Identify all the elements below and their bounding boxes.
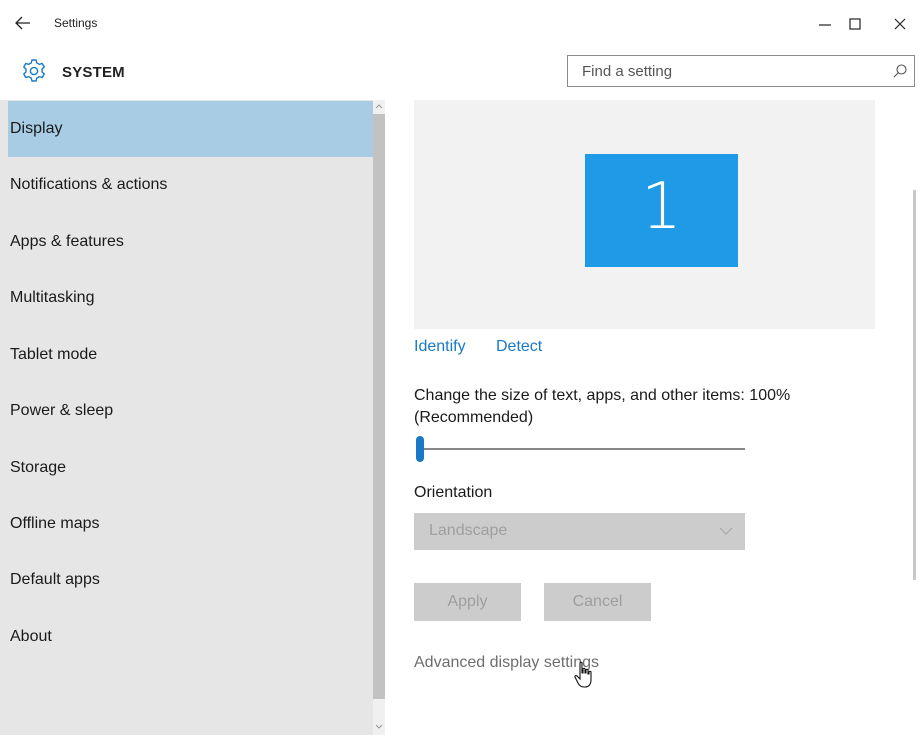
sidebar-item-apps-features[interactable]: Apps & features	[8, 214, 373, 270]
scale-label: Change the size of text, apps, and other…	[414, 387, 791, 426]
gear-icon	[22, 59, 46, 82]
content-scrollbar[interactable]	[913, 190, 916, 580]
scroll-down-icon[interactable]	[373, 721, 385, 733]
scale-slider-track[interactable]	[416, 448, 745, 450]
sidebar-item-default-apps[interactable]: Default apps	[8, 552, 373, 608]
minimize-icon	[819, 24, 831, 26]
section-title: SYSTEM	[62, 64, 125, 81]
sidebar-item-power-sleep[interactable]: Power & sleep	[8, 383, 373, 439]
sidebar-item-label: Display	[10, 120, 63, 137]
sidebar-item-notifications[interactable]: Notifications & actions	[8, 157, 373, 213]
sidebar-item-label: Power & sleep	[10, 402, 114, 419]
cancel-button[interactable]: Cancel	[544, 583, 651, 621]
hand-cursor-icon	[574, 661, 592, 688]
sidebar-item-multitasking[interactable]: Multitasking	[8, 270, 373, 326]
sidebar-item-label: Apps & features	[10, 233, 124, 250]
orientation-label: Orientation	[414, 484, 493, 501]
title-bar: Settings	[0, 0, 919, 48]
scale-slider-thumb[interactable]	[416, 436, 424, 462]
detect-link[interactable]: Detect	[496, 338, 542, 356]
identify-link[interactable]: Identify	[414, 338, 466, 356]
sidebar-item-offline-maps[interactable]: Offline maps	[8, 496, 373, 552]
sidebar-scroll-thumb[interactable]	[373, 114, 385, 699]
sidebar: Display Notifications & actions Apps & f…	[0, 100, 373, 735]
search-icon[interactable]	[892, 63, 908, 79]
sidebar-item-about[interactable]: About	[8, 609, 373, 665]
sidebar-item-display[interactable]: Display	[8, 101, 373, 157]
monitor-arrangement: 1	[414, 100, 875, 329]
apply-label: Apply	[447, 593, 488, 610]
sidebar-item-label: About	[10, 628, 52, 645]
monitor-tile[interactable]: 1	[585, 154, 738, 267]
window-title: Settings	[54, 16, 98, 30]
chevron-down-icon	[719, 527, 733, 535]
orientation-value: Landscape	[429, 522, 508, 539]
orientation-select[interactable]: Landscape	[414, 513, 745, 550]
sidebar-item-label: Storage	[10, 459, 67, 476]
sidebar-item-label: Multitasking	[10, 289, 95, 306]
maximize-button[interactable]	[835, 9, 875, 39]
sidebar-item-label: Tablet mode	[10, 346, 98, 363]
sidebar-item-label: Notifications & actions	[10, 176, 168, 193]
maximize-icon	[849, 18, 861, 30]
search-box[interactable]	[567, 55, 915, 87]
scroll-up-icon[interactable]	[373, 100, 385, 112]
settings-header: SYSTEM	[0, 48, 919, 98]
sidebar-item-label: Offline maps	[10, 515, 100, 532]
close-button[interactable]	[880, 9, 919, 39]
sidebar-item-label: Default apps	[10, 571, 100, 588]
apply-button[interactable]: Apply	[414, 583, 521, 621]
cancel-label: Cancel	[572, 593, 623, 610]
close-icon	[894, 18, 906, 30]
search-input[interactable]	[568, 56, 878, 86]
display-content: 1 Identify Detect Change the size of tex…	[385, 100, 919, 735]
advanced-display-settings-link[interactable]: Advanced display settings	[414, 654, 599, 672]
sidebar-scrollbar[interactable]	[373, 100, 385, 735]
sidebar-item-storage[interactable]: Storage	[8, 440, 373, 496]
sidebar-item-tablet-mode[interactable]: Tablet mode	[8, 327, 373, 383]
monitor-number: 1	[641, 170, 682, 244]
back-arrow-icon[interactable]	[12, 11, 34, 35]
